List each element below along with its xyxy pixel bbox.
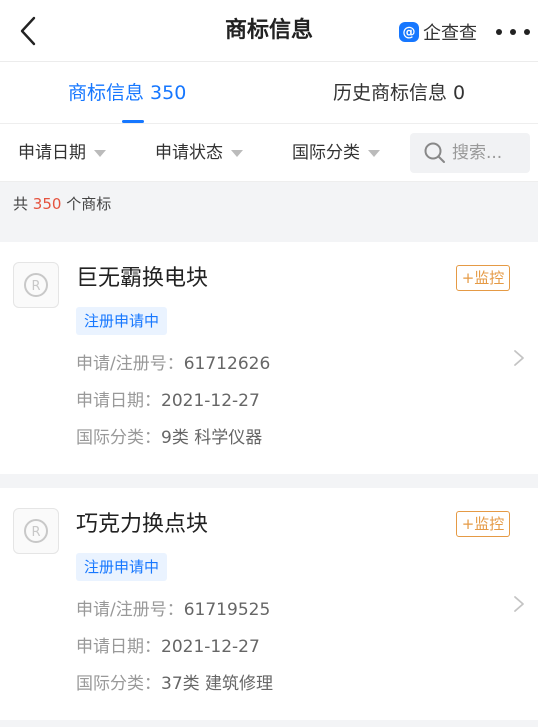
- intl-class-label: 国际分类：: [76, 674, 161, 694]
- count-prefix: 共: [13, 195, 33, 213]
- search-icon: [424, 142, 445, 163]
- trademark-card[interactable]: R 巨无霸换电块 注册申请中 +监控 申请/注册号：61712626 申请日期：…: [0, 242, 538, 474]
- qichacha-logo-icon: @: [399, 22, 419, 42]
- brand-name: 企查查: [423, 23, 477, 44]
- registered-mark-icon: R: [24, 273, 48, 297]
- active-tab-indicator: [122, 120, 144, 123]
- intl-class-value: 9类 科学仪器: [161, 428, 263, 448]
- filter-bar: 申请日期 申请状态 国际分类: [0, 124, 538, 182]
- caret-down-icon: [231, 149, 243, 157]
- filter-apply-date[interactable]: 申请日期: [18, 141, 106, 165]
- caret-down-icon: [368, 149, 380, 157]
- status-badge: 注册申请中: [76, 553, 168, 581]
- tab-history-trademark-info[interactable]: 历史商标信息 0: [333, 80, 465, 106]
- intl-class-row: 国际分类：9类 科学仪器: [76, 426, 262, 450]
- filter-label: 国际分类: [292, 143, 360, 163]
- apply-date-value: 2021-12-27: [161, 391, 260, 411]
- tab-trademark-info[interactable]: 商标信息 350: [68, 80, 186, 106]
- apply-date-row: 申请日期：2021-12-27: [76, 635, 260, 659]
- apply-date-row: 申请日期：2021-12-27: [76, 389, 260, 413]
- brand-logo[interactable]: @ 企查查: [399, 19, 477, 45]
- monitor-button[interactable]: +监控: [456, 511, 510, 537]
- trademark-logo: R: [13, 508, 59, 554]
- apply-date-label: 申请日期：: [76, 637, 161, 657]
- trademark-name: 巨无霸换电块: [76, 266, 209, 291]
- filter-label: 申请状态: [155, 143, 223, 163]
- trademark-card[interactable]: R 巧克力换点块 注册申请中 +监控 申请/注册号：61719525 申请日期：…: [0, 488, 538, 720]
- chevron-right-icon: [514, 596, 524, 612]
- filter-intl-class[interactable]: 国际分类: [292, 141, 380, 165]
- svg-text:R: R: [31, 525, 40, 540]
- reg-number-value: 61712626: [183, 354, 271, 374]
- search-input[interactable]: [452, 143, 526, 163]
- top-nav-bar: 商标信息 @ 企查查: [0, 0, 538, 62]
- count-number: 350: [32, 195, 62, 213]
- tab-bar: 商标信息 350 历史商标信息 0: [0, 62, 538, 124]
- count-suffix: 个商标: [61, 195, 112, 213]
- monitor-button[interactable]: +监控: [456, 265, 510, 291]
- reg-number-value: 61719525: [183, 600, 271, 620]
- trademark-logo: R: [13, 262, 59, 308]
- reg-number-row: 申请/注册号：61712626: [76, 352, 270, 376]
- chevron-right-icon: [514, 350, 524, 366]
- more-dots-icon[interactable]: [496, 29, 530, 35]
- filter-apply-status[interactable]: 申请状态: [155, 141, 243, 165]
- apply-date-label: 申请日期：: [76, 391, 161, 411]
- apply-date-value: 2021-12-27: [161, 637, 260, 657]
- result-count: 共 350 个商标: [0, 182, 538, 226]
- trademark-name: 巧克力换点块: [76, 512, 209, 537]
- intl-class-row: 国际分类：37类 建筑修理: [76, 672, 273, 696]
- registered-mark-icon: R: [24, 519, 48, 543]
- reg-number-label: 申请/注册号：: [76, 600, 184, 620]
- svg-text:R: R: [31, 279, 40, 294]
- search-box[interactable]: [410, 133, 530, 173]
- intl-class-value: 37类 建筑修理: [161, 674, 274, 694]
- reg-number-label: 申请/注册号：: [76, 354, 184, 374]
- filter-label: 申请日期: [18, 143, 86, 163]
- status-badge: 注册申请中: [76, 307, 168, 335]
- reg-number-row: 申请/注册号：61719525: [76, 598, 270, 622]
- caret-down-icon: [94, 149, 106, 157]
- intl-class-label: 国际分类：: [76, 428, 161, 448]
